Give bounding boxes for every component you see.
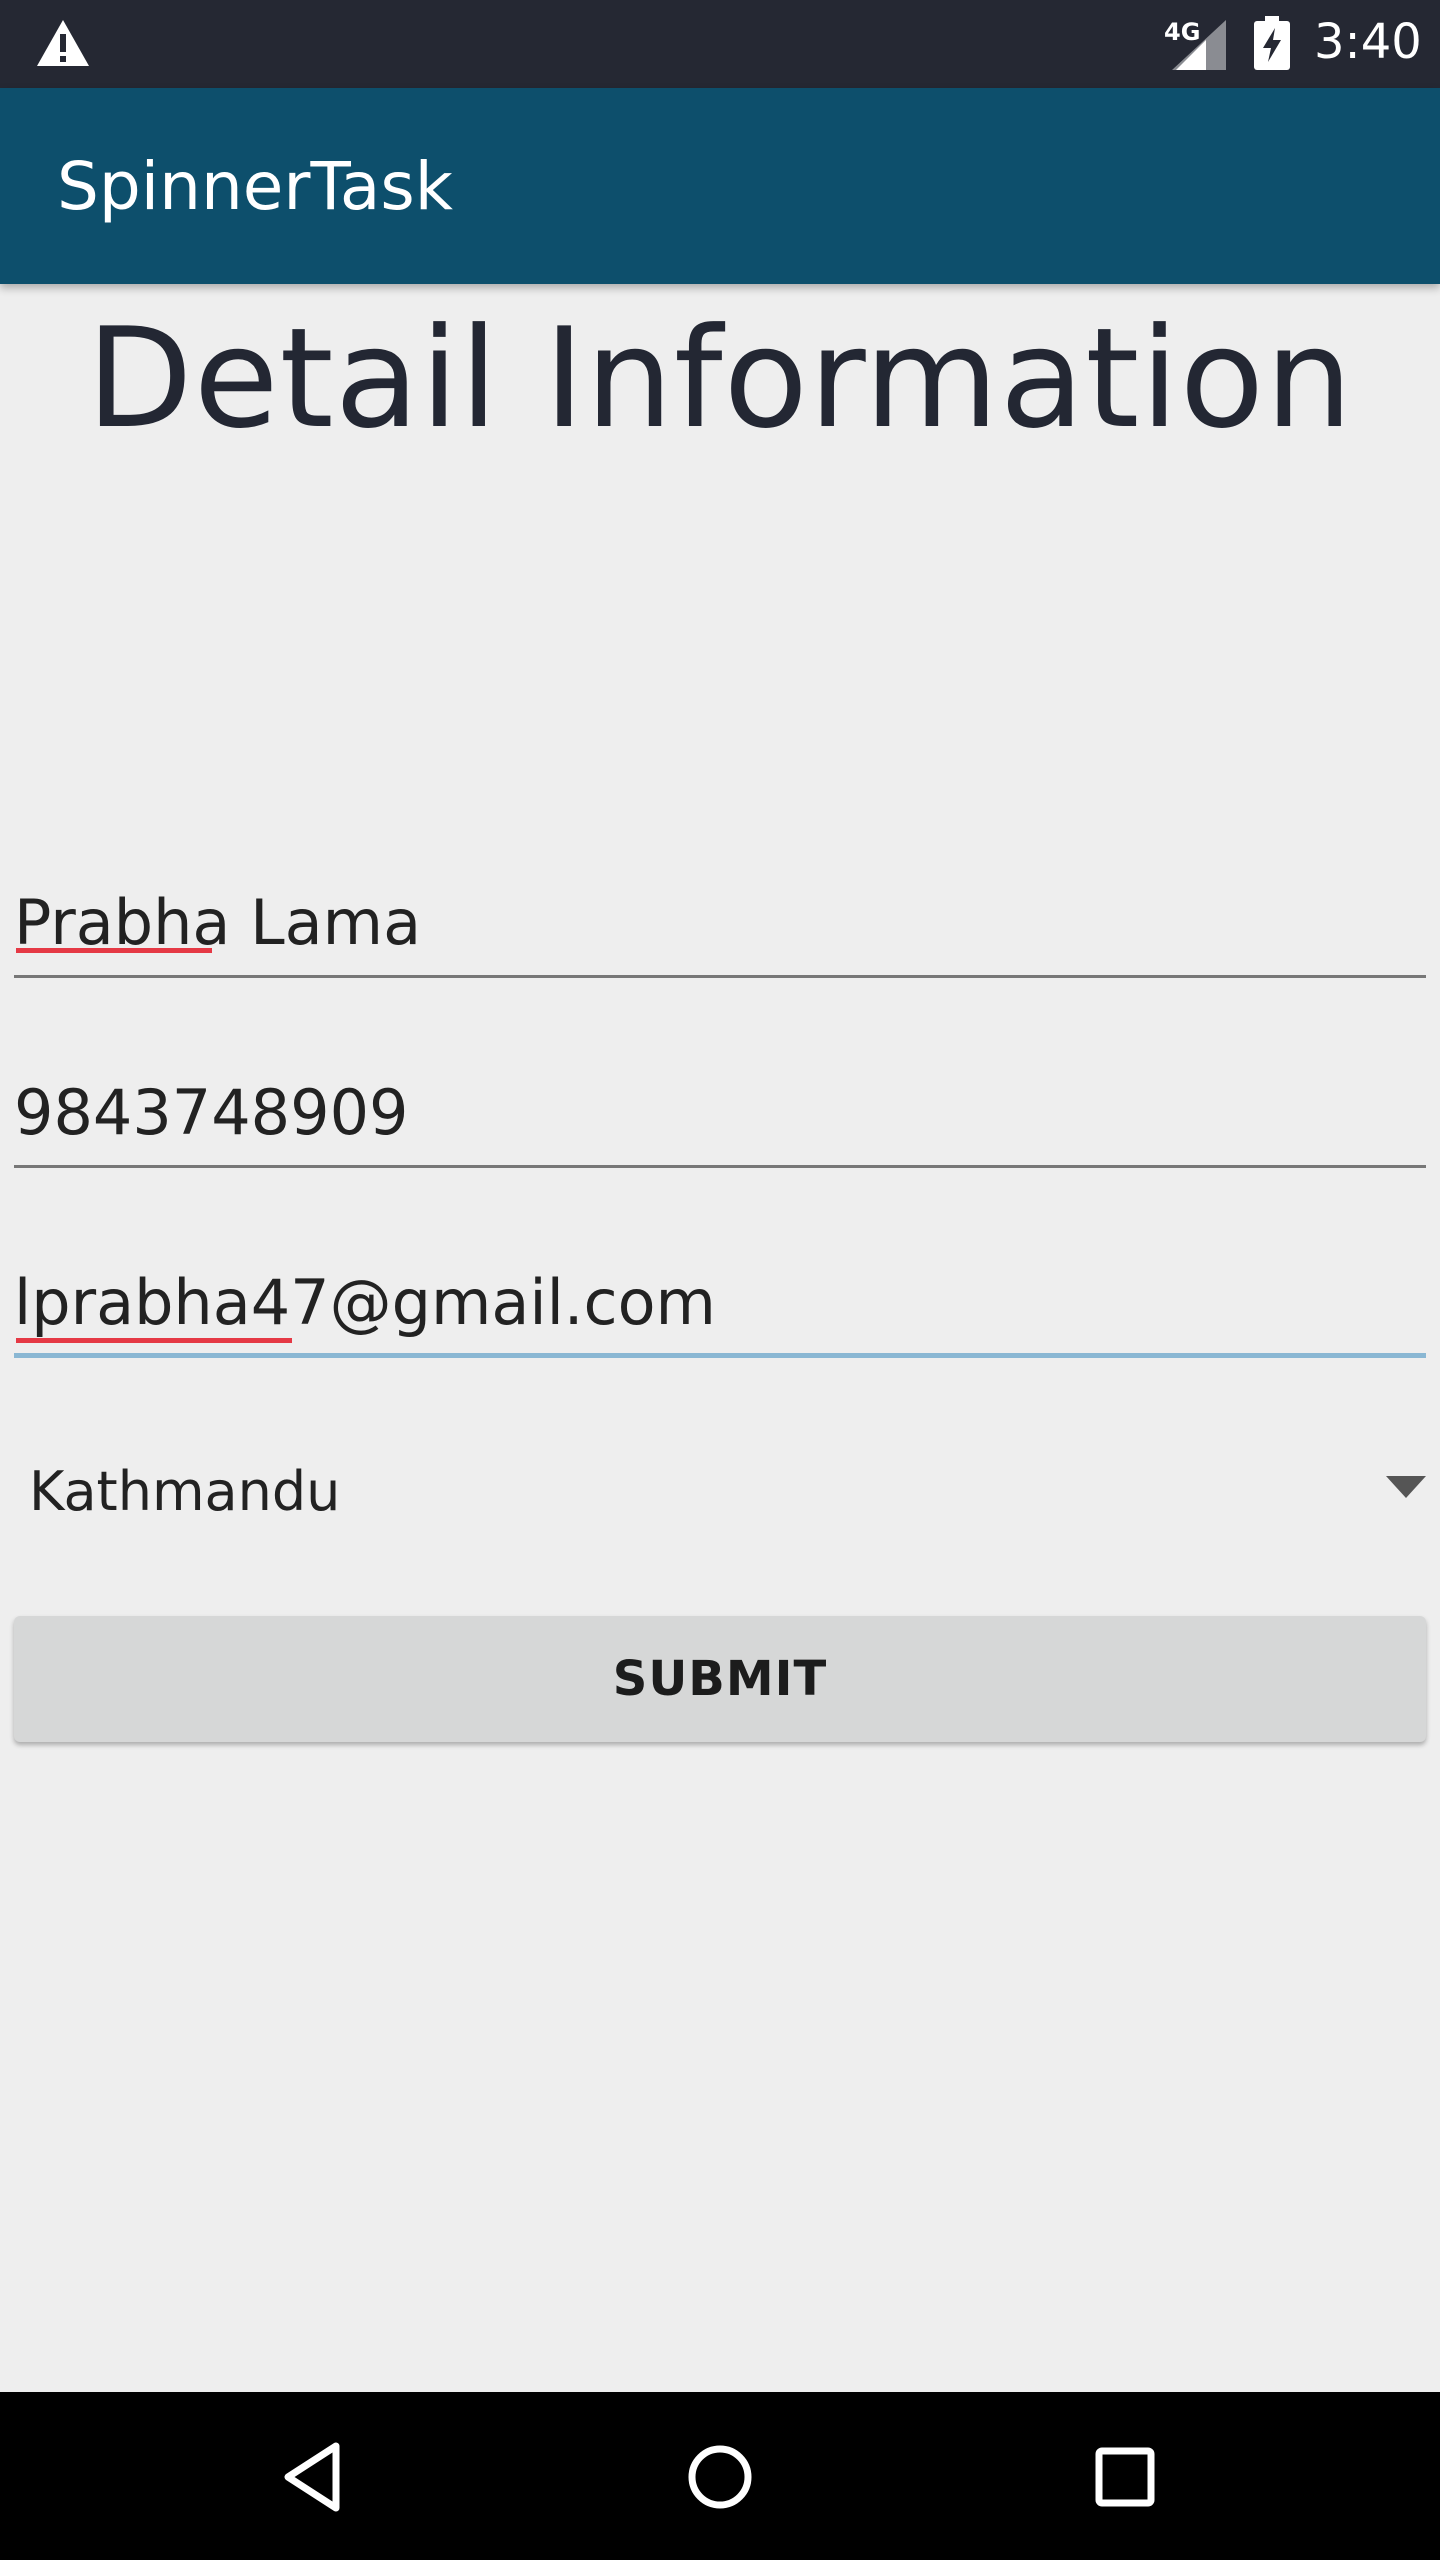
spellcheck-underline bbox=[16, 948, 212, 953]
email-field[interactable]: lprabha47@gmail.com bbox=[14, 1266, 1426, 1358]
spellcheck-underline bbox=[16, 1338, 292, 1343]
submit-button[interactable]: SUBMIT bbox=[14, 1616, 1426, 1742]
city-spinner[interactable]: Kathmandu bbox=[14, 1440, 1426, 1540]
home-icon[interactable] bbox=[675, 2432, 765, 2522]
name-field-underline bbox=[14, 975, 1426, 978]
name-field[interactable]: Prabha Lama bbox=[14, 886, 1426, 978]
app-title: SpinnerTask bbox=[57, 148, 453, 225]
status-bar: 4G 3:40 bbox=[0, 0, 1440, 88]
spinner-selected-value: Kathmandu bbox=[29, 1460, 341, 1523]
phone-field-value: 9843748909 bbox=[14, 1076, 409, 1149]
page-title: Detail Information bbox=[86, 298, 1354, 459]
phone-field[interactable]: 9843748909 bbox=[14, 1076, 1426, 1168]
dropdown-arrow-icon bbox=[1386, 1476, 1426, 1498]
navigation-bar bbox=[0, 2392, 1440, 2560]
app-bar: SpinnerTask bbox=[0, 88, 1440, 284]
email-field-underline bbox=[14, 1353, 1426, 1358]
signal-icon bbox=[1172, 20, 1226, 70]
email-field-value: lprabha47@gmail.com bbox=[14, 1266, 716, 1339]
clock: 3:40 bbox=[1314, 14, 1422, 70]
screen: 4G 3:40 SpinnerTask Detail Information P… bbox=[0, 0, 1440, 2560]
warning-icon bbox=[37, 20, 89, 66]
battery-charging-icon bbox=[1254, 16, 1290, 70]
phone-field-underline bbox=[14, 1165, 1426, 1168]
recents-icon[interactable] bbox=[1080, 2432, 1170, 2522]
back-icon[interactable] bbox=[270, 2432, 360, 2522]
